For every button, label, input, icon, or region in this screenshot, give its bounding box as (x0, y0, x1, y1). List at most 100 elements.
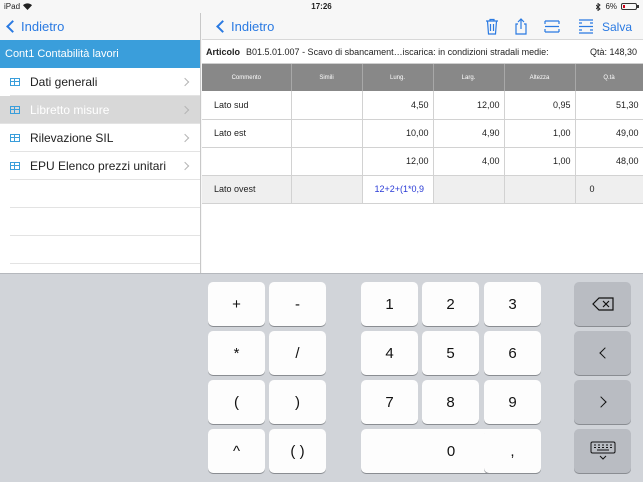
empty-row (10, 208, 200, 236)
cell-larg[interactable] (433, 175, 505, 204)
key-caret[interactable]: ^ (208, 429, 265, 473)
table-icon (10, 133, 20, 142)
cell-simili[interactable] (291, 119, 363, 148)
cell-lung[interactable]: 4,50 (362, 91, 434, 120)
menu-item-libretto-misure[interactable]: Libretto misure (0, 96, 200, 124)
chevron-left-icon (6, 20, 19, 33)
key-6[interactable]: 6 (484, 331, 541, 375)
rows-icon[interactable] (544, 18, 560, 35)
table-icon (10, 161, 20, 170)
article-bar: Articolo B01.5.01.007 - Scavo di sbancame… (202, 40, 643, 64)
cell-altezza[interactable]: 0,95 (504, 91, 576, 120)
menu-item-label: Dati generali (30, 74, 98, 89)
key-comma[interactable]: , (484, 429, 541, 473)
dismiss-keyboard-key[interactable] (574, 429, 631, 473)
cell-larg[interactable]: 4,00 (433, 147, 505, 176)
key-7[interactable]: 7 (361, 380, 418, 424)
menu-item-label: EPU Elenco prezzi unitari (30, 158, 167, 173)
keyboard-dismiss-icon (590, 441, 615, 460)
save-button[interactable]: Salva (602, 20, 632, 34)
detail-pane: Indietro Salva Articolo B01.5.01.007 - Sc… (202, 13, 643, 273)
key-2[interactable]: 2 (422, 282, 479, 326)
key-8[interactable]: 8 (422, 380, 479, 424)
cell-commento[interactable]: Lato sud (202, 91, 292, 120)
menu-item-dati-generali[interactable]: Dati generali (10, 68, 200, 96)
cell-qta: 49,00 (575, 119, 643, 148)
key-3[interactable]: 3 (484, 282, 541, 326)
chevron-left-icon (598, 347, 611, 359)
table-row: Lato est 10,00 4,90 1,00 49,00 (202, 119, 643, 148)
chevron-right-icon (180, 133, 190, 143)
status-bar: iPad 17:26 6% (0, 0, 643, 13)
cell-simili[interactable] (291, 147, 363, 176)
master-menu: Dati generali Libretto misure Rilevazion… (0, 68, 200, 180)
empty-row (10, 180, 200, 208)
battery-icon (621, 3, 639, 10)
cell-qta: 0 (575, 175, 643, 204)
article-quantity: Qtà: 148,30 (589, 47, 637, 57)
cell-commento[interactable]: Lato est (202, 119, 292, 148)
table-icon (10, 105, 20, 114)
chevron-right-icon (180, 161, 190, 171)
menu-item-label: Libretto misure (30, 102, 110, 117)
menu-item-epu[interactable]: EPU Elenco prezzi unitari (10, 152, 200, 180)
cell-lung-input[interactable]: 12+2+(1*0,9 (362, 175, 434, 204)
empty-row (10, 236, 200, 264)
key-parens[interactable]: ( ) (269, 429, 326, 473)
backspace-icon (591, 297, 614, 311)
key-1[interactable]: 1 (361, 282, 418, 326)
key-close-paren[interactable]: ) (269, 380, 326, 424)
cell-larg[interactable]: 4,90 (433, 119, 505, 148)
column-header-commento: Commento (202, 64, 292, 91)
cell-commento[interactable] (202, 147, 292, 176)
chevron-left-icon (216, 20, 229, 33)
table-header: Commento Simili Lung. Larg. Altezza Q.tà (202, 64, 643, 91)
cell-simili[interactable] (291, 175, 363, 204)
column-header-larg: Larg. (433, 64, 505, 91)
bluetooth-icon (596, 2, 602, 11)
rows-expand-icon[interactable] (578, 18, 594, 35)
table-row: 12,00 4,00 1,00 48,00 (202, 147, 643, 176)
master-back-button[interactable]: Indietro (6, 19, 64, 34)
chevron-right-icon (594, 396, 607, 408)
menu-item-rilevazione-sil[interactable]: Rilevazione SIL (10, 124, 200, 152)
cell-larg[interactable]: 12,00 (433, 91, 505, 120)
cursor-left-key[interactable] (574, 331, 631, 375)
numeric-keyboard: + - 1 2 3 * / 4 5 6 ( ) 7 8 9 ^ ( ) 0 , (0, 273, 643, 482)
cell-lung[interactable]: 12,00 (362, 147, 434, 176)
cell-lung[interactable]: 10,00 (362, 119, 434, 148)
key-divide[interactable]: / (269, 331, 326, 375)
key-times[interactable]: * (208, 331, 265, 375)
article-description: B01.5.01.007 - Scavo di sbancament…iscar… (246, 47, 549, 57)
column-header-qta: Q.tà (575, 64, 643, 91)
cell-altezza[interactable]: 1,00 (504, 147, 576, 176)
chevron-right-icon (180, 105, 190, 115)
cursor-right-key[interactable] (574, 380, 631, 424)
key-4[interactable]: 4 (361, 331, 418, 375)
detail-navbar: Indietro Salva (202, 13, 643, 40)
trash-icon[interactable] (484, 18, 500, 35)
cell-qta: 48,00 (575, 147, 643, 176)
cell-simili[interactable] (291, 91, 363, 120)
column-header-altezza: Altezza (504, 64, 576, 91)
key-5[interactable]: 5 (422, 331, 479, 375)
cell-altezza[interactable] (504, 175, 576, 204)
master-pane: Indietro Cont1 Contabilità lavori Dati g… (0, 13, 201, 273)
measures-table: Commento Simili Lung. Larg. Altezza Q.tà… (202, 64, 643, 204)
key-9[interactable]: 9 (484, 380, 541, 424)
detail-back-button[interactable]: Indietro (216, 19, 274, 34)
battery-percent: 6% (605, 2, 617, 11)
key-open-paren[interactable]: ( (208, 380, 265, 424)
key-plus[interactable]: + (208, 282, 265, 326)
clock: 17:26 (311, 2, 332, 11)
table-icon (10, 77, 20, 86)
cell-altezza[interactable]: 1,00 (504, 119, 576, 148)
menu-item-label: Rilevazione SIL (30, 130, 114, 145)
article-label: Articolo (206, 47, 241, 57)
table-row: Lato sud 4,50 12,00 0,95 51,30 (202, 91, 643, 120)
cell-commento[interactable]: Lato ovest (202, 175, 292, 204)
chevron-right-icon (180, 77, 190, 87)
share-icon[interactable] (513, 18, 529, 35)
backspace-key[interactable] (574, 282, 631, 326)
key-minus[interactable]: - (269, 282, 326, 326)
